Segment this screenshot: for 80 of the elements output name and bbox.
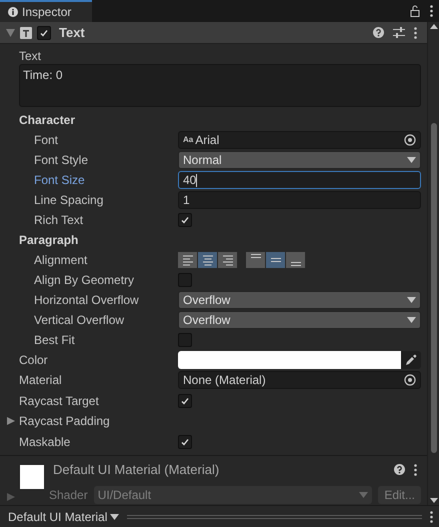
scrollbar[interactable] xyxy=(427,22,439,505)
dropdown[interactable]: Overflow xyxy=(178,311,421,329)
section-label: Character xyxy=(19,112,76,129)
checkbox[interactable] xyxy=(178,333,192,347)
text-component-icon xyxy=(20,26,32,38)
property-label: Material xyxy=(19,372,63,389)
property-label: Rich Text xyxy=(33,212,84,229)
eyedropper-icon[interactable] xyxy=(405,354,417,366)
caret-icon xyxy=(407,317,416,323)
property-label: Raycast Target xyxy=(19,392,100,410)
vertical-align-icon xyxy=(290,262,300,266)
alignment-button[interactable] xyxy=(198,252,218,268)
alignment-button[interactable] xyxy=(246,252,266,268)
section-label: Paragraph xyxy=(19,232,78,249)
text-area[interactable]: Time: 0 xyxy=(19,64,421,107)
material-title: Default UI Material (Material) xyxy=(53,461,220,479)
more-icon[interactable] xyxy=(430,5,433,17)
checkbox[interactable] xyxy=(178,213,192,227)
font-icon: Aa xyxy=(183,134,194,146)
resize-handle[interactable] xyxy=(127,514,422,518)
number-field[interactable]: 1 xyxy=(178,191,421,209)
scroll-down-icon[interactable] xyxy=(430,498,438,503)
checkbox[interactable] xyxy=(178,273,192,287)
horizontal-align-icon xyxy=(182,254,192,266)
help-icon[interactable] xyxy=(394,464,405,476)
checkmark-icon xyxy=(39,28,49,38)
target-icon[interactable] xyxy=(404,134,416,146)
property-label: Line Spacing xyxy=(33,192,104,209)
property-label: Color xyxy=(19,352,49,369)
vertical-align-icon xyxy=(250,254,260,258)
target-icon[interactable] xyxy=(404,374,416,386)
property-label: Font Style xyxy=(33,152,90,169)
horizontal-align-icon xyxy=(222,254,232,266)
property-label: Maskable xyxy=(19,434,72,450)
alignment-button[interactable] xyxy=(286,252,306,268)
material-preview xyxy=(20,465,44,489)
checkmark-icon xyxy=(180,396,190,406)
property-label: Font xyxy=(33,132,60,149)
more-icon[interactable] xyxy=(414,26,417,38)
caret-icon xyxy=(407,297,416,303)
caret-icon xyxy=(407,157,416,163)
triangle-icon xyxy=(7,417,15,425)
caret-icon xyxy=(110,514,120,520)
help-icon[interactable] xyxy=(373,27,384,38)
property-label: Font Size xyxy=(33,172,86,189)
lock-icon[interactable] xyxy=(410,5,420,17)
property-label: Vertical Overflow xyxy=(33,312,126,329)
component-header[interactable]: Text xyxy=(0,22,427,44)
property-label: Horizontal Overflow xyxy=(33,292,140,309)
checkbox[interactable] xyxy=(178,434,192,448)
dropdown[interactable]: Normal xyxy=(178,151,421,169)
foldout-arrow-icon[interactable] xyxy=(6,28,15,36)
dropdown[interactable]: Overflow xyxy=(178,291,421,309)
checkmark-icon xyxy=(180,215,190,225)
shader-label: Shader xyxy=(49,486,88,504)
info-icon xyxy=(8,7,18,17)
color-swatch[interactable] xyxy=(178,351,401,369)
sliders-icon[interactable] xyxy=(393,27,405,38)
property-label: Best Fit xyxy=(33,332,76,349)
inspector-tab[interactable]: Inspector xyxy=(0,0,92,22)
component-title: Text xyxy=(59,24,85,42)
checkmark-icon xyxy=(180,436,190,446)
scroll-up-icon[interactable] xyxy=(430,24,438,29)
more-icon[interactable] xyxy=(430,510,433,522)
foldout-toggle[interactable]: Raycast Padding xyxy=(7,412,110,430)
more-icon[interactable] xyxy=(414,464,417,476)
number-field[interactable]: 40 xyxy=(178,171,421,189)
alignment-button[interactable] xyxy=(218,252,238,268)
property-label: Align By Geometry xyxy=(33,272,136,289)
property-label: Alignment xyxy=(33,252,88,269)
checkbox[interactable] xyxy=(178,394,192,408)
caret-icon xyxy=(359,492,368,498)
text-label: Text xyxy=(19,48,42,64)
vertical-align-icon xyxy=(270,258,280,262)
checkbox[interactable] xyxy=(37,26,51,40)
object-field[interactable]: None (Material) xyxy=(178,371,421,389)
preview-dropdown[interactable]: Default UI Material xyxy=(8,508,120,526)
alignment-button[interactable] xyxy=(178,252,198,268)
alignment-button[interactable] xyxy=(266,252,286,268)
horizontal-align-icon xyxy=(202,254,212,266)
